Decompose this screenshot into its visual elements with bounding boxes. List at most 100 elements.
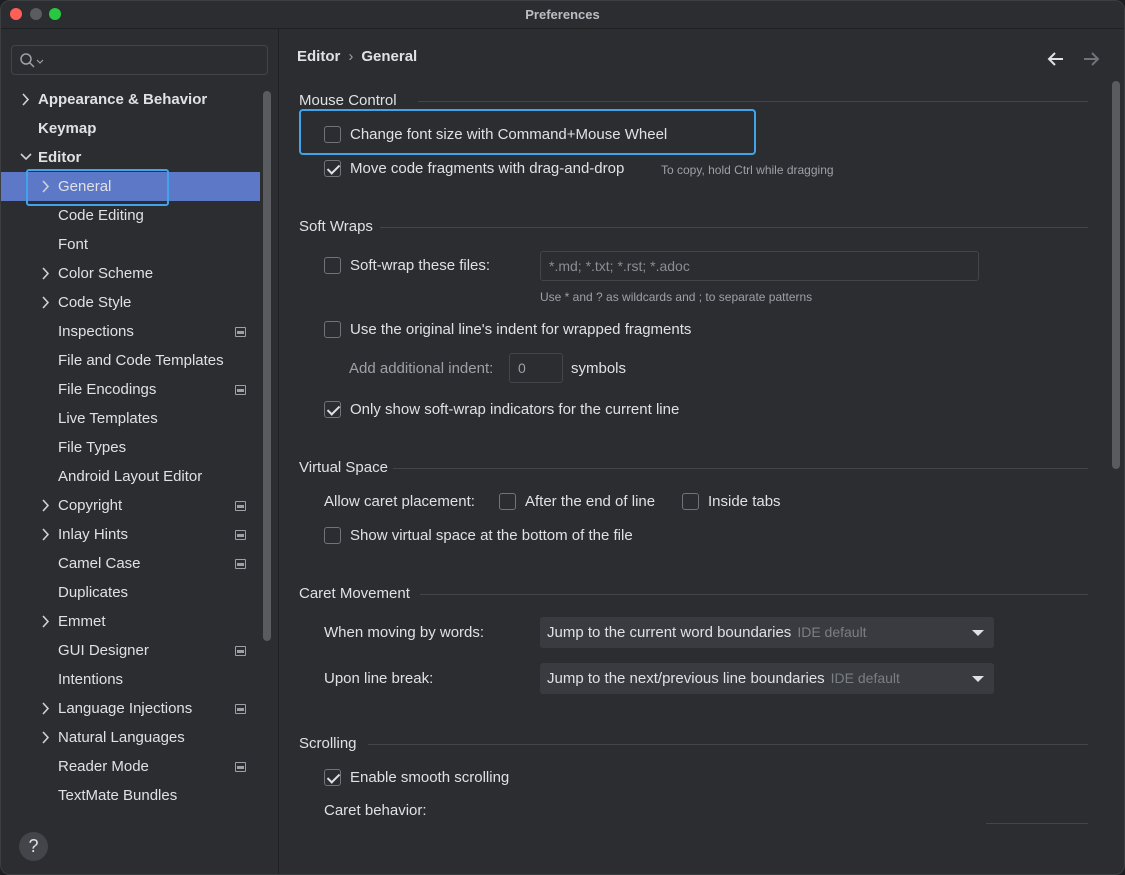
sidebar-item-emmet[interactable]: Emmet (1, 607, 260, 636)
chevron-right-icon[interactable] (19, 85, 33, 114)
settings-content: Editor › General Mouse Control Change font… (280, 29, 1124, 874)
section-soft-wraps: Soft Wraps (299, 218, 373, 235)
sidebar-item-textmate-bundles[interactable]: TextMate Bundles (1, 781, 260, 810)
sidebar-item-label: Keymap (38, 120, 97, 137)
sidebar-item-inspections[interactable]: Inspections (1, 317, 260, 346)
soft-wrap-patterns-input[interactable]: *.md; *.txt; *.rst; *.adoc (540, 251, 979, 281)
sidebar-item-label: Inspections (58, 323, 134, 340)
settings-search-input[interactable] (11, 45, 268, 75)
smooth-scrolling-label[interactable]: Enable smooth scrolling (350, 769, 509, 786)
settings-sidebar: Appearance & Behavior Keymap Editor General… (1, 29, 279, 874)
project-scope-icon (235, 501, 246, 511)
sidebar-item-label: Language Injections (58, 700, 193, 717)
project-scope-icon (235, 704, 246, 714)
forward-arrow-icon[interactable] (1081, 49, 1101, 69)
smooth-scrolling-checkbox[interactable] (324, 769, 341, 786)
upon-line-break-default: IDE default (830, 670, 900, 686)
sidebar-item-label: TextMate Bundles (58, 787, 178, 804)
project-scope-icon (235, 646, 246, 656)
chevron-right-icon[interactable] (39, 694, 53, 723)
sidebar-item-file-and-code-templates[interactable]: File and Code Templates (1, 346, 260, 375)
move-code-label[interactable]: Move code fragments with drag-and-drop (350, 160, 624, 177)
section-divider (380, 227, 1088, 228)
section-divider (420, 594, 1088, 595)
moving-by-words-default: IDE default (797, 624, 867, 640)
original-indent-checkbox[interactable] (324, 321, 341, 338)
breadcrumb-parent[interactable]: Editor (297, 48, 340, 65)
dropdown-caret-icon (972, 676, 984, 682)
sidebar-item-camel-case[interactable]: Camel Case (1, 549, 260, 578)
change-font-size-checkbox[interactable] (324, 126, 341, 143)
sidebar-item-label: Appearance & Behavior (38, 91, 208, 108)
inside-tabs-checkbox[interactable] (682, 493, 699, 510)
dropdown-caret-icon (972, 630, 984, 636)
upon-line-break-value: Jump to the next/previous line boundarie… (547, 670, 825, 687)
sidebar-item-natural-languages[interactable]: Natural Languages (1, 723, 260, 752)
moving-by-words-value: Jump to the current word boundaries (547, 624, 792, 641)
sidebar-item-label: File Types (58, 439, 127, 456)
move-code-checkbox[interactable] (324, 160, 341, 177)
sidebar-item-inlay-hints[interactable]: Inlay Hints (1, 520, 260, 549)
soft-wrap-files-checkbox[interactable] (324, 257, 341, 274)
sidebar-item-color-scheme[interactable]: Color Scheme (1, 259, 260, 288)
sidebar-item-label: Code Editing (58, 207, 144, 224)
sidebar-item-file-encodings[interactable]: File Encodings (1, 375, 260, 404)
sidebar-item-keymap[interactable]: Keymap (1, 114, 260, 143)
sidebar-item-appearance-behavior[interactable]: Appearance & Behavior (1, 85, 260, 114)
sidebar-item-live-templates[interactable]: Live Templates (1, 404, 260, 433)
chevron-right-icon[interactable] (39, 723, 53, 752)
sidebar-item-file-types[interactable]: File Types (1, 433, 260, 462)
show-virtual-space-label[interactable]: Show virtual space at the bottom of the … (350, 527, 633, 544)
sidebar-item-general[interactable]: General (1, 172, 260, 201)
sidebar-item-code-editing[interactable]: Code Editing (1, 201, 260, 230)
sidebar-item-android-layout-editor[interactable]: Android Layout Editor (1, 462, 260, 491)
sidebar-item-label: Inlay Hints (58, 526, 129, 543)
sidebar-item-reader-mode[interactable]: Reader Mode (1, 752, 260, 781)
sidebar-item-label: Font (58, 236, 89, 253)
soft-wrap-hint: Use * and ? as wildcards and ; to separa… (540, 290, 813, 304)
moving-by-words-select[interactable]: Jump to the current word boundaries IDE d… (540, 617, 994, 648)
section-divider (418, 101, 1088, 102)
additional-indent-input[interactable]: 0 (509, 353, 563, 383)
sidebar-scrollbar[interactable] (263, 91, 271, 641)
sidebar-item-label: Duplicates (58, 584, 129, 601)
sidebar-item-language-injections[interactable]: Language Injections (1, 694, 260, 723)
change-font-size-label[interactable]: Change font size with Command+Mouse Whee… (350, 126, 667, 143)
help-button[interactable]: ? (19, 832, 48, 861)
only-show-indicators-label[interactable]: Only show soft-wrap indicators for the c… (350, 401, 679, 418)
sidebar-item-copyright[interactable]: Copyright (1, 491, 260, 520)
search-icon (20, 53, 44, 68)
additional-indent-label: Add additional indent: (349, 360, 494, 377)
back-arrow-icon[interactable] (1046, 49, 1066, 69)
sidebar-item-duplicates[interactable]: Duplicates (1, 578, 260, 607)
chevron-right-icon[interactable] (39, 172, 53, 201)
inside-tabs-label[interactable]: Inside tabs (708, 493, 781, 510)
only-show-indicators-checkbox[interactable] (324, 401, 341, 418)
section-divider (368, 744, 1088, 745)
after-end-of-line-label[interactable]: After the end of line (525, 493, 655, 510)
section-caret-movement: Caret Movement (299, 585, 410, 602)
chevron-right-icon[interactable] (39, 259, 53, 288)
chevron-right-icon[interactable] (39, 491, 53, 520)
caret-behavior-label: Caret behavior: (324, 802, 427, 819)
sidebar-item-label: GUI Designer (58, 642, 149, 659)
original-indent-label[interactable]: Use the original line's indent for wrapp… (350, 321, 691, 338)
sidebar-item-label: Natural Languages (58, 729, 185, 746)
show-virtual-space-checkbox[interactable] (324, 527, 341, 544)
sidebar-item-intentions[interactable]: Intentions (1, 665, 260, 694)
sidebar-item-code-style[interactable]: Code Style (1, 288, 260, 317)
after-end-of-line-checkbox[interactable] (499, 493, 516, 510)
help-icon: ? (28, 836, 39, 856)
upon-line-break-select[interactable]: Jump to the next/previous line boundarie… (540, 663, 994, 694)
sidebar-item-font[interactable]: Font (1, 230, 260, 259)
soft-wrap-files-label[interactable]: Soft-wrap these files: (350, 257, 490, 274)
chevron-down-icon[interactable] (19, 143, 33, 172)
chevron-right-icon[interactable] (39, 520, 53, 549)
project-scope-icon (235, 559, 246, 569)
chevron-right-icon[interactable] (39, 607, 53, 636)
content-scrollbar[interactable] (1112, 81, 1120, 469)
chevron-right-icon[interactable] (39, 288, 53, 317)
sidebar-item-gui-designer[interactable]: GUI Designer (1, 636, 260, 665)
breadcrumb: Editor › General (297, 48, 417, 65)
sidebar-item-editor[interactable]: Editor (1, 143, 260, 172)
